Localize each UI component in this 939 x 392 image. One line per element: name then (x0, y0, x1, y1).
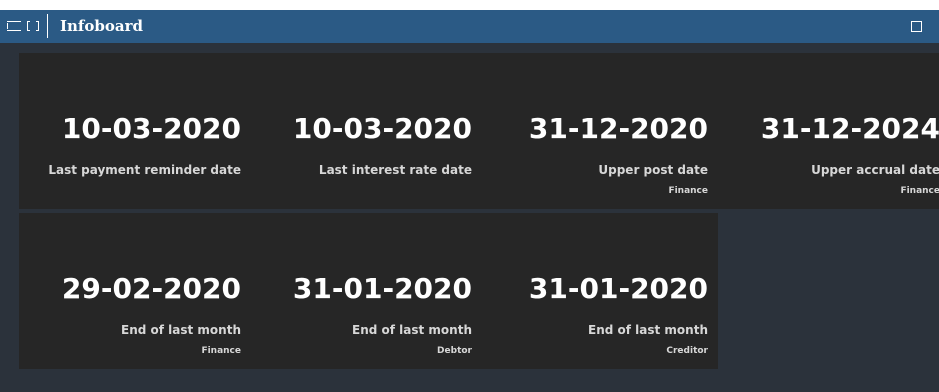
title-bar: Infoboard (0, 10, 939, 43)
expand-icon[interactable] (26, 21, 40, 31)
tile-label: Upper accrual date (811, 163, 939, 177)
tiles-row-2: 29-02-2020 End of last month Finance 31-… (19, 213, 718, 369)
window-title: Infoboard (60, 17, 143, 35)
tile-label: End of last month (588, 323, 708, 337)
tile-date: 31-01-2020 (528, 272, 708, 305)
title-divider (47, 14, 48, 38)
tile-upper-accrual-date[interactable]: 31-12-2024 Upper accrual date Finance (19, 53, 939, 209)
tile-category: Creditor (666, 346, 708, 356)
tile-end-of-last-month-creditor[interactable]: 31-01-2020 End of last month Creditor (19, 213, 708, 369)
infoboard-window: Infoboard 10-03-2020 Last payment remind… (0, 10, 939, 392)
tile-category: Finance (900, 186, 939, 196)
tile-date: 31-12-2024 (760, 112, 939, 145)
maximize-icon[interactable] (911, 21, 922, 32)
menu-icon[interactable] (7, 21, 21, 31)
tiles-row-1: 10-03-2020 Last payment reminder date 10… (19, 53, 939, 209)
